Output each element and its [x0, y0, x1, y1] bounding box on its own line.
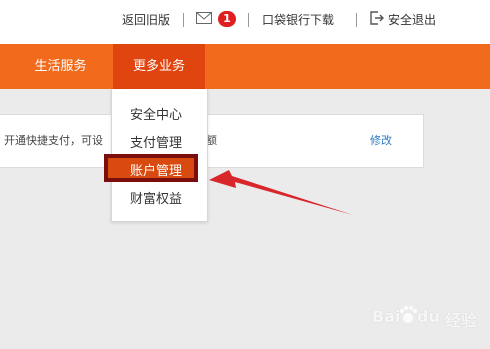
watermark-brand-suffix: du: [417, 307, 440, 326]
more-business-dropdown: 安全中心 支付管理 账户管理 财富权益: [104, 89, 208, 222]
divider: [183, 13, 184, 27]
divider: [356, 13, 357, 27]
main-nav: 生活服务 更多业务: [0, 44, 490, 89]
logout-link[interactable]: 安全退出: [388, 12, 436, 28]
watermark-label: 经验: [445, 311, 478, 330]
nav-item-more-business[interactable]: 更多业务: [113, 44, 205, 89]
nav-item-life-services[interactable]: 生活服务: [23, 44, 98, 89]
paw-icon: [399, 305, 417, 323]
logout-icon[interactable]: [369, 11, 384, 25]
watermark-brand: Bai: [372, 307, 401, 326]
menu-item-payment-management[interactable]: 支付管理: [130, 135, 182, 153]
top-utility-bar: 返回旧版 1 口袋银行下载 安全退出: [0, 0, 490, 44]
menu-item-security-center[interactable]: 安全中心: [130, 107, 182, 125]
divider: [248, 13, 249, 27]
annotation-arrow: [209, 170, 353, 215]
edit-link[interactable]: 修改: [370, 132, 392, 148]
menu-item-wealth-benefits[interactable]: 财富权益: [130, 191, 182, 209]
back-to-old-version-link[interactable]: 返回旧版: [122, 12, 170, 28]
mail-icon[interactable]: [196, 12, 212, 24]
menu-item-account-management[interactable]: 账户管理: [104, 154, 198, 182]
info-panel: 开通快捷支付，可设 额 修改: [0, 114, 424, 168]
unread-count-badge: 1: [218, 11, 236, 27]
quick-pay-text: 开通快捷支付，可设: [4, 134, 103, 147]
baidu-jingyan-watermark: Bai du 经验: [372, 301, 490, 341]
pocket-bank-download-link[interactable]: 口袋银行下载: [262, 12, 334, 28]
